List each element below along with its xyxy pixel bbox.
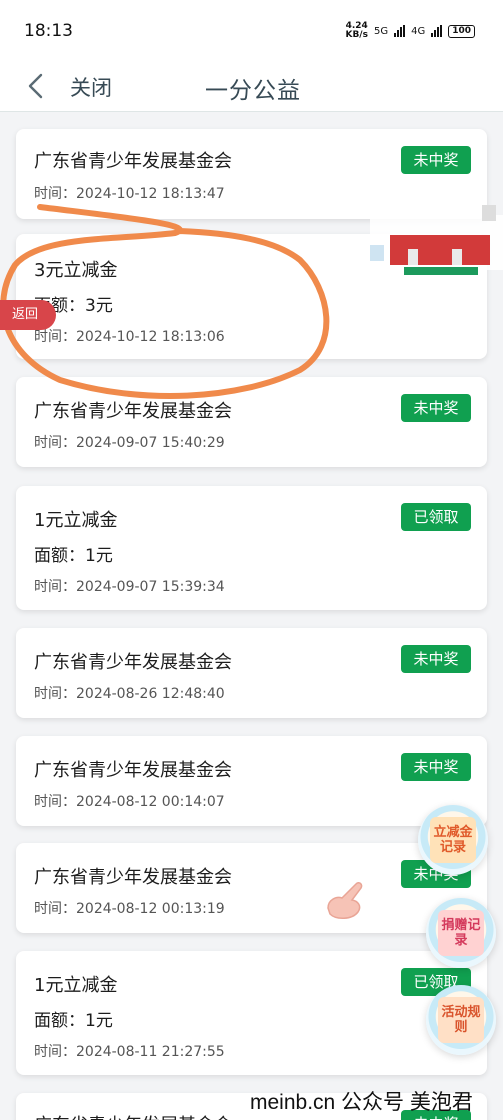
- record-card[interactable]: 广东省青少年发展基金会 时间：2024-08-26 12:48:40 未中奖: [16, 628, 487, 718]
- status-badge: 未中奖: [401, 645, 471, 673]
- record-title: 广东省青少年发展基金会: [34, 401, 232, 422]
- record-title: 3元立减金: [34, 260, 118, 281]
- network-speed: 4.24 KB/s: [345, 21, 368, 40]
- record-title: 广东省青少年发展基金会: [34, 1111, 232, 1120]
- record-title: 广东省青少年发展基金会: [34, 151, 232, 172]
- record-amount: 面额：1元: [34, 546, 113, 566]
- status-badge: 已领取: [401, 503, 471, 531]
- status-badge: 未中奖: [401, 146, 471, 174]
- donation-records-label: 捐赠记录: [438, 910, 484, 956]
- page-title: 一分公益: [205, 78, 301, 104]
- record-time: 时间：2024-09-07 15:40:29: [34, 435, 225, 451]
- return-tab[interactable]: 返回: [0, 300, 56, 330]
- record-title: 广东省青少年发展基金会: [34, 760, 232, 781]
- record-time: 时间：2024-08-12 00:13:19: [34, 901, 225, 917]
- record-time: 时间：2024-08-11 21:27:55: [34, 1044, 225, 1060]
- coupon-records-button[interactable]: 立减金记录: [418, 805, 488, 875]
- status-badge: 未中奖: [401, 394, 471, 422]
- pointing-hand-icon: [327, 882, 363, 919]
- record-card[interactable]: 广东省青少年发展基金会 时间：2024-08-12 00:14:07 未中奖: [16, 736, 487, 826]
- record-card[interactable]: 广东省青少年发展基金会 时间：2024-09-07 15:40:29 未中奖: [16, 377, 487, 467]
- network-5g-label: 5G: [373, 25, 389, 37]
- coupon-records-label: 立减金记录: [430, 817, 476, 863]
- activity-rules-label: 活动规则: [438, 997, 484, 1043]
- watermark-text: meinb.cn 公众号 美泡君: [250, 1091, 473, 1114]
- activity-rules-button[interactable]: 活动规则: [426, 985, 496, 1055]
- network-4g-label: 4G: [411, 25, 426, 37]
- record-title: 1元立减金: [34, 975, 118, 996]
- record-card[interactable]: 广东省青少年发展基金会 时间：2024-08-12 00:13:19 未中奖: [16, 843, 487, 933]
- record-card[interactable]: 1元立减金 面额：1元 时间：2024-09-07 15:39:34 已领取: [16, 486, 487, 610]
- record-time: 时间：2024-09-07 15:39:34: [34, 579, 225, 595]
- record-card[interactable]: 1元立减金 面额：1元 时间：2024-08-11 21:27:55 已领取: [16, 951, 487, 1075]
- record-time: 时间：2024-08-12 00:14:07: [34, 794, 225, 810]
- record-time: 时间：2024-08-26 12:48:40: [34, 686, 225, 702]
- status-icons: 4.24 KB/s 5G 4G 100: [345, 22, 475, 40]
- nav-bar: 关闭 一分公益: [0, 60, 503, 112]
- record-title: 1元立减金: [34, 510, 118, 531]
- status-time: 18:13: [24, 21, 73, 41]
- signal-icon: [394, 25, 406, 37]
- record-time: 时间：2024-10-12 18:13:06: [34, 329, 225, 345]
- redacted-patch: [370, 205, 503, 275]
- record-amount: 面额：1元: [34, 1011, 113, 1031]
- donation-records-button[interactable]: 捐赠记录: [426, 898, 496, 968]
- status-bar: 18:13 4.24 KB/s 5G 4G 100: [0, 0, 503, 60]
- signal-icon: [431, 25, 443, 37]
- close-button[interactable]: 关闭: [70, 72, 112, 102]
- record-time: 时间：2024-10-12 18:13:47: [34, 186, 225, 202]
- status-badge: 未中奖: [401, 753, 471, 781]
- record-title: 广东省青少年发展基金会: [34, 867, 232, 888]
- record-title: 广东省青少年发展基金会: [34, 652, 232, 673]
- battery-icon: 100: [448, 24, 475, 38]
- back-arrow-icon[interactable]: [26, 73, 46, 99]
